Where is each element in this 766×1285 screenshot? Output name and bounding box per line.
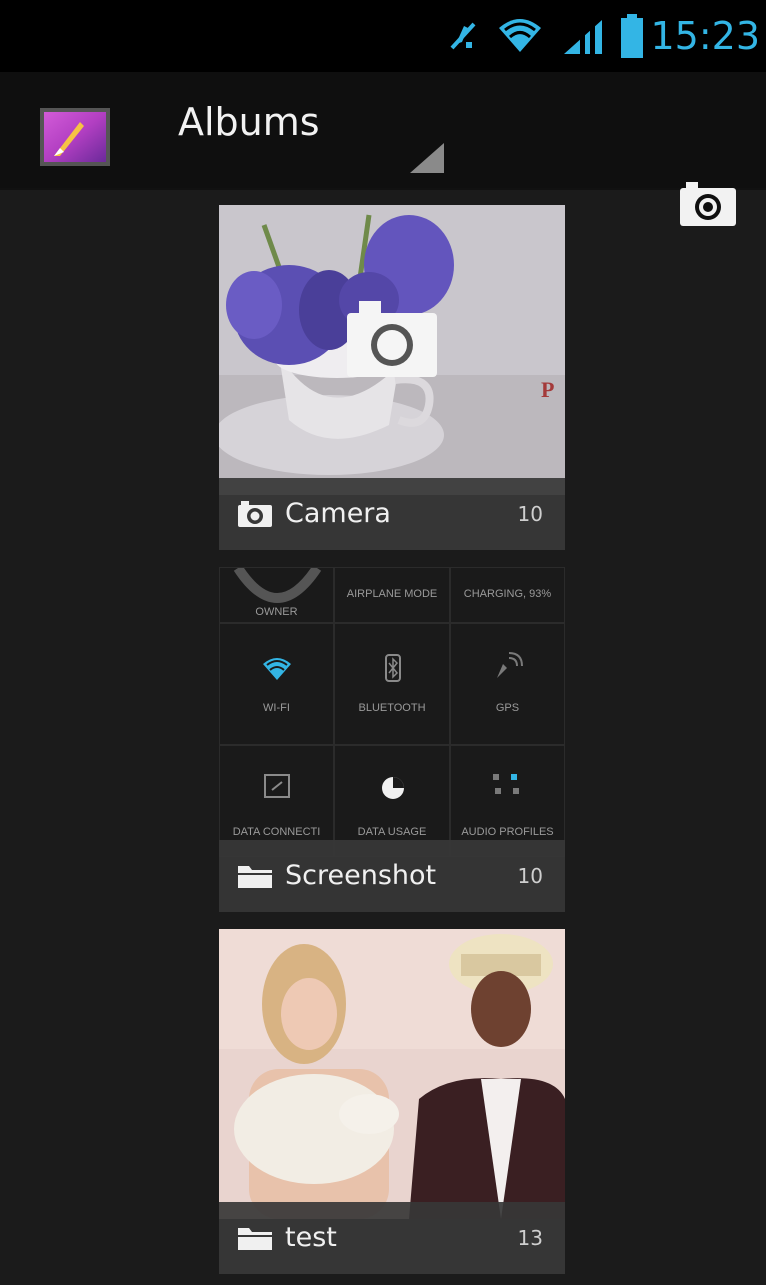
svg-text:P: P [541,377,554,402]
wifi-icon [497,0,543,72]
owner-avatar-icon [233,567,322,603]
quick-setting-tile: BLUETOOTH [334,623,450,745]
quick-setting-tile: WI-FI [219,623,334,745]
album-caption: Camera 10 [219,478,565,550]
gps-icon [497,652,523,678]
album-name: test [285,1222,337,1253]
album-thumbnail [219,929,565,1219]
signal-icon [562,0,604,72]
data-connection-icon [264,774,290,798]
gallery-icon[interactable] [40,108,110,166]
status-bar: 15:23 [0,0,766,72]
album-name: Screenshot [285,860,437,891]
action-bar [0,72,766,226]
camera-icon [238,501,272,527]
album-thumbnail: P [219,205,565,495]
data-usage-icon [382,777,404,799]
quick-setting-tile: OWNER [219,567,334,623]
quick-setting-tile: CHARGING, 93% [450,567,565,623]
album-caption: test 13 [219,1202,565,1274]
dropdown-indicator-icon[interactable] [410,143,444,173]
album-caption: Screenshot 10 [219,840,565,912]
battery-icon [620,0,644,72]
album-thumbnail: OWNER AIRPLANE MODE CHARGING, 93% WI-FI … [219,567,565,857]
album-test[interactable]: test 13 [219,929,565,1274]
folder-icon [238,1228,272,1250]
wifi-icon [263,658,291,680]
quick-setting-tile: GPS [450,623,565,745]
album-count: 13 [517,1226,543,1250]
bluetooth-icon [385,654,401,682]
folder-icon [238,866,272,888]
page-title[interactable]: Albums [178,100,320,144]
quick-setting-tile: AIRPLANE MODE [334,567,450,623]
album-name: Camera [285,498,391,529]
muted-icon [446,0,482,72]
audio-profiles-icon [493,774,519,794]
album-camera[interactable]: P Camera 10 [219,205,565,550]
album-count: 10 [517,502,543,526]
camera-icon[interactable] [678,180,738,228]
album-screenshot[interactable]: OWNER AIRPLANE MODE CHARGING, 93% WI-FI … [219,567,565,912]
album-count: 10 [517,864,543,888]
clock: 15:23 [650,14,760,58]
